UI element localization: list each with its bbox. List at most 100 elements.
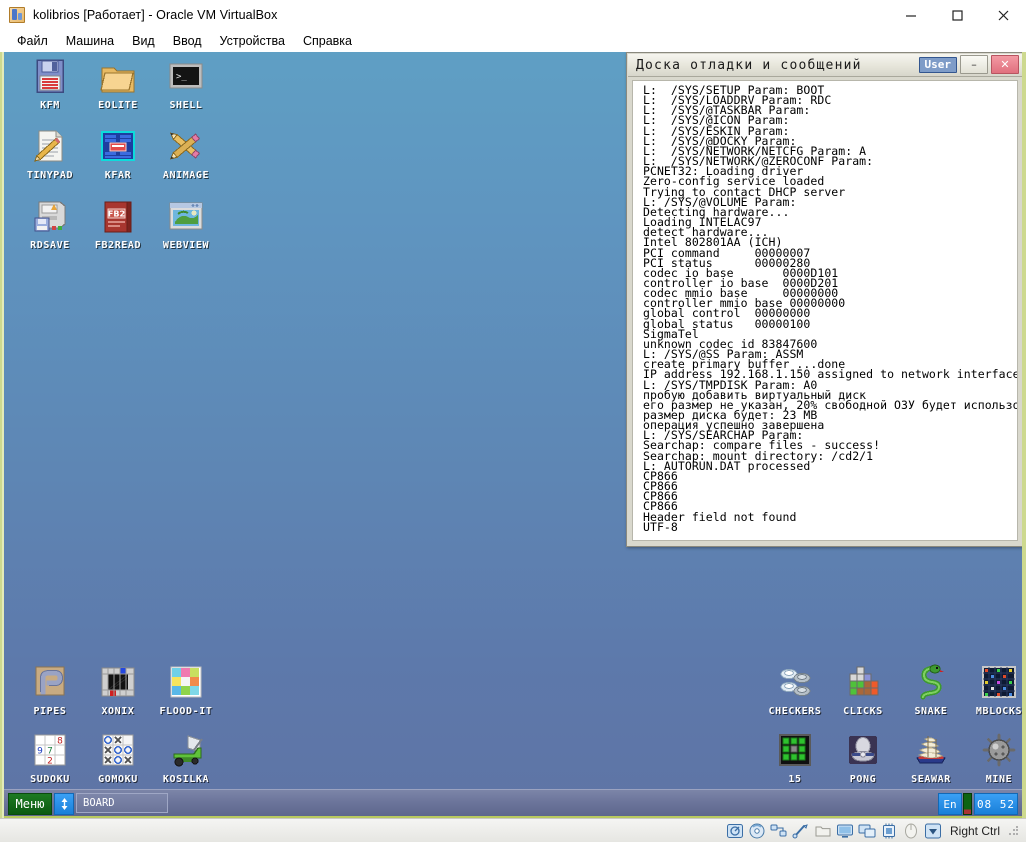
desktop-icon-label: ANIMAGE [150, 170, 222, 181]
globe-window-icon [166, 196, 206, 236]
board-log-line: CP866 [643, 481, 1017, 491]
maximize-button[interactable] [934, 0, 980, 30]
keyboard-icon[interactable] [924, 822, 942, 840]
desktop-icon-mine[interactable]: MINE [963, 730, 1022, 785]
gomoku-game-icon [98, 730, 138, 770]
desktop-icon-label: SHELL [150, 100, 222, 111]
debug-board-log[interactable]: L: /SYS/SETUP Param: BOOTL: /SYS/LOADDRV… [632, 80, 1018, 541]
hard-disk-icon[interactable] [726, 822, 744, 840]
seawar-game-icon [911, 730, 951, 770]
updown-arrow-icon[interactable] [54, 793, 74, 815]
usb-icon[interactable] [792, 822, 810, 840]
minimize-button[interactable] [888, 0, 934, 30]
resize-grip[interactable] [1008, 825, 1020, 837]
menu-item-devices[interactable]: Устройства [211, 32, 294, 50]
checkers-game-icon [775, 662, 815, 702]
desktop-icon-label: EOLITE [82, 100, 154, 111]
mblocks-game-icon [979, 662, 1019, 702]
desktop-icon-kosilka[interactable]: KOSILKA [150, 730, 222, 785]
kolibri-taskbar[interactable]: Меню BOARD En 08 52 [4, 789, 1022, 816]
menu-item-help[interactable]: Справка [294, 32, 361, 50]
debug-board-titlebar[interactable]: Доска отладки и сообщений User – ✕ [628, 54, 1022, 77]
virtualbox-icon [9, 7, 25, 23]
vbox-menubar: Файл Машина Вид Ввод Устройства Справка [0, 30, 1026, 52]
svg-text:9: 9 [37, 747, 43, 757]
taskbar-language-indicator[interactable]: En [938, 793, 962, 815]
board-log-line: Header field not found [643, 512, 1017, 522]
desktop-icon-xonix[interactable]: XONIX [82, 662, 154, 717]
desktop-icon-clicks[interactable]: CLICKS [827, 662, 899, 717]
desktop-icon-label: KFAR [82, 170, 154, 181]
kolibrios-desktop[interactable]: KFMEOLITE>_SHELL TINYPADKFARANIMAGE RDSAVE… [4, 52, 1022, 816]
desktop-icon-snake[interactable]: SNAKE [895, 662, 967, 717]
menu-item-machine[interactable]: Машина [57, 32, 123, 50]
debug-board-title: Доска отладки и сообщений [636, 58, 862, 73]
pong-game-icon [843, 730, 883, 770]
desktop-icon-pong[interactable]: PONG [827, 730, 899, 785]
desktop-icon-fb2read[interactable]: FB2FB2READ [82, 196, 154, 251]
sudoku-game-icon: 8972 [30, 730, 70, 770]
display-icon[interactable] [836, 822, 854, 840]
folder-icon [98, 56, 138, 96]
close-button[interactable] [980, 0, 1026, 30]
floodit-game-icon [166, 662, 206, 702]
desktop-icon-checkers[interactable]: CHECKERS [759, 662, 831, 717]
cpu-icon[interactable] [880, 822, 898, 840]
mouse-icon[interactable] [902, 822, 920, 840]
desktop-icon-label: PIPES [14, 706, 86, 717]
optical-disk-icon[interactable] [748, 822, 766, 840]
window-title: kolibrios [Работает] - Oracle VM Virtual… [33, 8, 277, 22]
desktop-icon-15[interactable]: 15 [759, 730, 831, 785]
desktop-icon-animage[interactable]: ANIMAGE [150, 126, 222, 181]
desktop-icon-rdsave[interactable]: RDSAVE [14, 196, 86, 251]
board-close-button[interactable]: ✕ [991, 55, 1019, 74]
desktop-icon-tinypad[interactable]: TINYPAD [14, 126, 86, 181]
desktop-icon-pipes[interactable]: PIPES [14, 662, 86, 717]
user-badge[interactable]: User [919, 57, 958, 73]
svg-text:7: 7 [47, 747, 53, 757]
desktop-icon-label: 15 [759, 774, 831, 785]
desktop-icon-eolite[interactable]: EOLITE [82, 56, 154, 111]
desktop-icon-label: MINE [963, 774, 1022, 785]
desktop-icon-seawar[interactable]: SEAWAR [895, 730, 967, 785]
network-icon[interactable] [770, 822, 788, 840]
desktop-icon-flood-it[interactable]: FLOOD-IT [150, 662, 222, 717]
blocks-game-icon [843, 662, 883, 702]
desktop-icon-gomoku[interactable]: GOMOKU [82, 730, 154, 785]
ramdisk-save-icon [30, 196, 70, 236]
desktop-icon-label: FLOOD-IT [150, 706, 222, 717]
board-log-line: CP866 [643, 491, 1017, 501]
desktop-icon-webview[interactable]: WEBVIEW [150, 196, 222, 251]
taskbar-clock[interactable]: 08 52 [974, 793, 1018, 815]
desktop-icon-label: KFM [14, 100, 86, 111]
desktop-icon-mblocks[interactable]: MBLOCKS [963, 662, 1022, 717]
host-key-label: Right Ctrl [950, 824, 1000, 838]
desktop-icon-kfar[interactable]: KFAR [82, 126, 154, 181]
menu-item-input[interactable]: Ввод [164, 32, 211, 50]
desktop-icon-sudoku[interactable]: 8972 SUDOKU [14, 730, 86, 785]
debug-board-window[interactable]: Доска отладки и сообщений User – ✕ L: /S… [626, 52, 1022, 547]
kolibri-menu-button[interactable]: Меню [8, 793, 52, 815]
desktop-icon-label: SUDOKU [14, 774, 86, 785]
menu-item-view[interactable]: Вид [123, 32, 164, 50]
desktop-icon-label: TINYPAD [14, 170, 86, 181]
menu-item-file[interactable]: Файл [8, 32, 57, 50]
desktop-icon-label: FB2READ [82, 240, 154, 251]
taskbar-task-label: BOARD [83, 797, 115, 809]
desktop-icon-kfm[interactable]: KFM [14, 56, 86, 111]
shared-folders-icon[interactable] [814, 822, 832, 840]
desktop-icon-shell[interactable]: >_SHELL [150, 56, 222, 111]
desktop-icon-label: PONG [827, 774, 899, 785]
taskbar-task-board[interactable]: BOARD [76, 793, 168, 813]
vm-screen-right-border [1022, 52, 1026, 818]
desktop-icon-label: RDSAVE [14, 240, 86, 251]
board-minimize-button[interactable]: – [960, 55, 988, 74]
desktop-icon-label: KOSILKA [150, 774, 222, 785]
desktop-icon-label: GOMOKU [82, 774, 154, 785]
vbox-titlebar: kolibrios [Работает] - Oracle VM Virtual… [0, 0, 1026, 30]
file-manager-icon [98, 126, 138, 166]
vm-screen[interactable]: KFMEOLITE>_SHELL TINYPADKFARANIMAGE RDSAVE… [0, 52, 1026, 818]
cpu-load-meter-icon [963, 793, 972, 815]
remote-desktop-icon[interactable] [858, 822, 876, 840]
desktop-icon-label: CLICKS [827, 706, 899, 717]
